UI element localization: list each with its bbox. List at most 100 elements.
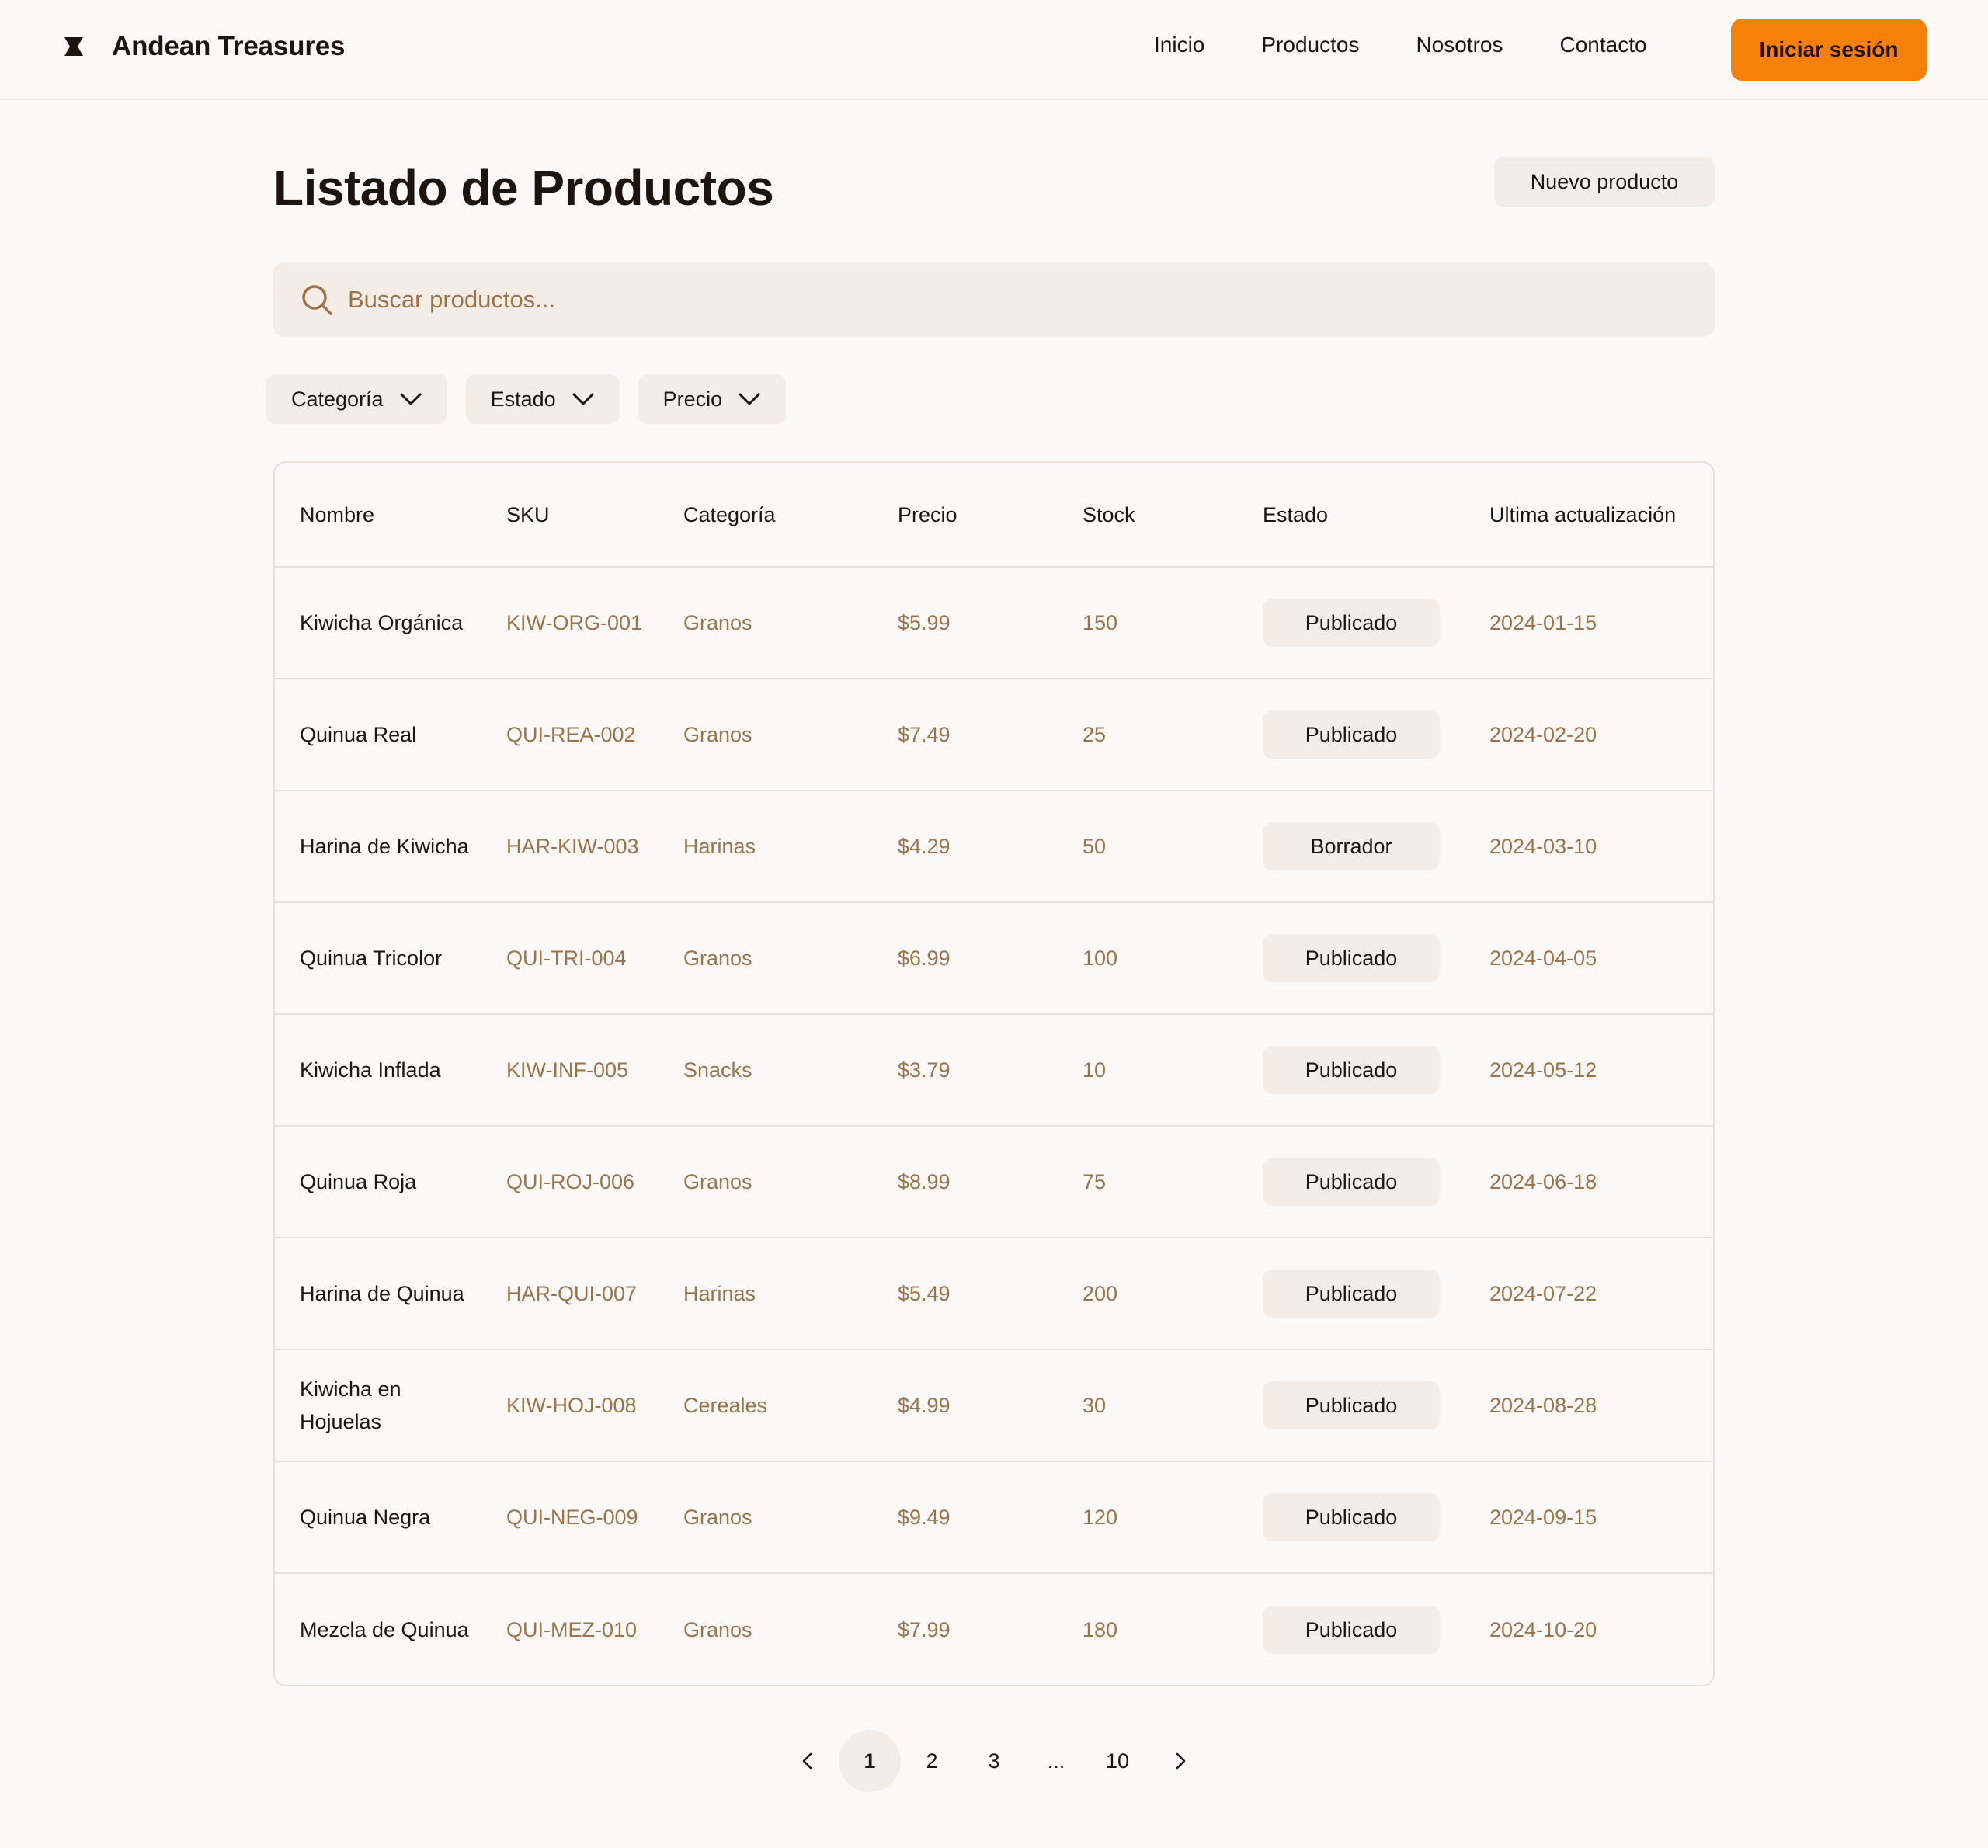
filter-bar: Categoría Estado Precio (266, 374, 787, 424)
table-row[interactable]: Quinua Tricolor QUI-TRI-004 Granos $6.99 100… (275, 901, 1713, 1014)
cell-name: Harina de Quinua (275, 1237, 481, 1350)
cell-updated: 2024-05-12 (1465, 1013, 1713, 1126)
cell-stock: 25 (1058, 678, 1238, 790)
cell-name: Kiwicha en Hojuelas (275, 1349, 481, 1461)
page-title: Listado de Productos (273, 160, 774, 216)
cell-name: Quinua Tricolor (275, 901, 481, 1014)
table-row[interactable]: Kiwicha en Hojuelas KIW-HOJ-008 Cereales $4… (275, 1349, 1713, 1461)
status-badge: Publicado (1263, 1046, 1440, 1094)
new-product-button[interactable]: Nuevo producto (1494, 157, 1715, 207)
pagination: 1 2 3 ... 10 (789, 1730, 1199, 1792)
chevron-down-icon (572, 393, 594, 405)
nav-link-inicio[interactable]: Inicio (1154, 33, 1204, 57)
cell-price: $6.99 (873, 901, 1058, 1014)
cell-updated: 2024-06-18 (1465, 1125, 1713, 1238)
status-badge: Publicado (1263, 710, 1440, 759)
cell-category: Granos (659, 1572, 873, 1685)
cell-category: Harinas (659, 790, 873, 902)
cell-price: $5.49 (873, 1237, 1058, 1350)
cell-price: $3.79 (873, 1013, 1058, 1126)
table-row[interactable]: Quinua Real QUI-REA-002 Granos $7.49 25 Publi… (275, 678, 1713, 790)
filter-category-dropdown[interactable]: Categoría (266, 374, 447, 424)
status-badge: Borrador (1263, 822, 1440, 870)
search-icon (302, 285, 332, 315)
cell-category: Cereales (659, 1349, 873, 1461)
column-header-price: Precio (898, 502, 958, 526)
cell-price: $7.49 (873, 678, 1058, 790)
next-page-button[interactable] (1157, 1730, 1204, 1792)
filter-price-dropdown[interactable]: Precio (638, 374, 787, 424)
nav-link-contacto[interactable]: Contacto (1560, 33, 1647, 57)
main-nav: Inicio Productos Nosotros Contacto (1154, 33, 1647, 57)
cell-category: Granos (659, 901, 873, 1014)
cell-stock: 50 (1058, 790, 1238, 902)
cell-updated: 2024-02-20 (1465, 678, 1713, 790)
status-badge: Publicado (1263, 599, 1440, 647)
status-badge: Publicado (1263, 934, 1440, 982)
search-input[interactable] (348, 276, 1715, 323)
cell-name: Quinua Real (275, 678, 481, 790)
filter-price-label: Precio (662, 387, 723, 411)
status-badge: Publicado (1263, 1605, 1440, 1654)
table-row[interactable]: Quinua Roja QUI-ROJ-006 Granos $8.99 75 Publi… (275, 1125, 1713, 1238)
cell-sku: QUI-REA-002 (481, 678, 659, 790)
cell-category: Snacks (659, 1013, 873, 1126)
cell-updated: 2024-01-15 (1465, 566, 1713, 679)
cell-stock: 100 (1058, 901, 1238, 1014)
table-row[interactable]: Mezcla de Quinua QUI-MEZ-010 Granos $7.99 18… (275, 1572, 1713, 1685)
page-button-2[interactable]: 2 (916, 1730, 947, 1792)
cell-sku: QUI-TRI-004 (481, 901, 659, 1014)
search-bar[interactable] (273, 262, 1715, 337)
cell-stock: 200 (1058, 1237, 1238, 1350)
cell-stock: 10 (1058, 1013, 1238, 1126)
cell-status: Publicado (1238, 1125, 1465, 1238)
cell-updated: 2024-03-10 (1465, 790, 1713, 902)
table-row[interactable]: Kiwicha Orgánica KIW-ORG-001 Granos $5.99 15… (275, 566, 1713, 679)
column-header-sku: SKU (506, 502, 550, 526)
top-navigation-bar: Andean Treasures Inicio Productos Nosotr… (0, 0, 1988, 100)
nav-link-productos[interactable]: Productos (1261, 33, 1359, 57)
page-button-3[interactable]: 3 (978, 1730, 1010, 1792)
page-button-10[interactable]: 10 (1098, 1730, 1137, 1792)
nav-link-nosotros[interactable]: Nosotros (1416, 33, 1503, 57)
status-badge: Publicado (1263, 1493, 1440, 1541)
cell-price: $4.29 (873, 790, 1058, 902)
filter-status-label: Estado (490, 387, 556, 411)
cell-status: Publicado (1238, 1013, 1465, 1126)
login-button[interactable]: Iniciar sesión (1731, 19, 1927, 81)
table-row[interactable]: Harina de Quinua HAR-QUI-007 Harinas $5.49 2… (275, 1237, 1713, 1350)
cell-name: Kiwicha Inflada (275, 1013, 481, 1126)
cell-stock: 180 (1058, 1572, 1238, 1685)
prev-page-button[interactable] (784, 1730, 831, 1792)
cell-updated: 2024-04-05 (1465, 901, 1713, 1014)
brand[interactable]: Andean Treasures (62, 31, 345, 62)
cell-sku: HAR-KIW-003 (481, 790, 659, 902)
cell-status: Publicado (1238, 1572, 1465, 1685)
chevron-down-icon (400, 393, 422, 405)
cell-status: Publicado (1238, 566, 1465, 679)
cell-updated: 2024-07-22 (1465, 1237, 1713, 1350)
filter-status-dropdown[interactable]: Estado (465, 374, 620, 424)
filter-category-label: Categoría (291, 387, 384, 411)
products-table: Nombre SKU Categoría Precio Stock Estado Ultim… (273, 461, 1715, 1686)
table-row[interactable]: Quinua Negra QUI-NEG-009 Granos $9.49 120 Pub… (275, 1461, 1713, 1573)
cell-category: Harinas (659, 1237, 873, 1350)
page-button-1[interactable]: 1 (839, 1730, 901, 1792)
cell-stock: 120 (1058, 1461, 1238, 1573)
column-header-name: Nombre (300, 502, 375, 526)
column-header-stock: Stock (1083, 502, 1135, 526)
cell-status: Publicado (1238, 1237, 1465, 1350)
cell-price: $4.99 (873, 1349, 1058, 1461)
cell-name: Harina de Kiwicha (275, 790, 481, 902)
chevron-right-icon (1176, 1752, 1186, 1770)
cell-name: Quinua Negra (275, 1461, 481, 1573)
cell-updated: 2024-10-20 (1465, 1572, 1713, 1685)
cell-status: Publicado (1238, 1461, 1465, 1573)
page-ellipsis: ... (1047, 1749, 1065, 1773)
status-badge: Publicado (1263, 1158, 1440, 1206)
cell-name: Mezcla de Quinua (275, 1572, 481, 1685)
table-row[interactable]: Harina de Kiwicha HAR-KIW-003 Harinas $4.29… (275, 790, 1713, 902)
table-row[interactable]: Kiwicha Inflada KIW-INF-005 Snacks $3.79 10 P… (275, 1013, 1713, 1126)
column-header-category: Categoría (683, 502, 776, 526)
brand-name: Andean Treasures (112, 31, 346, 61)
